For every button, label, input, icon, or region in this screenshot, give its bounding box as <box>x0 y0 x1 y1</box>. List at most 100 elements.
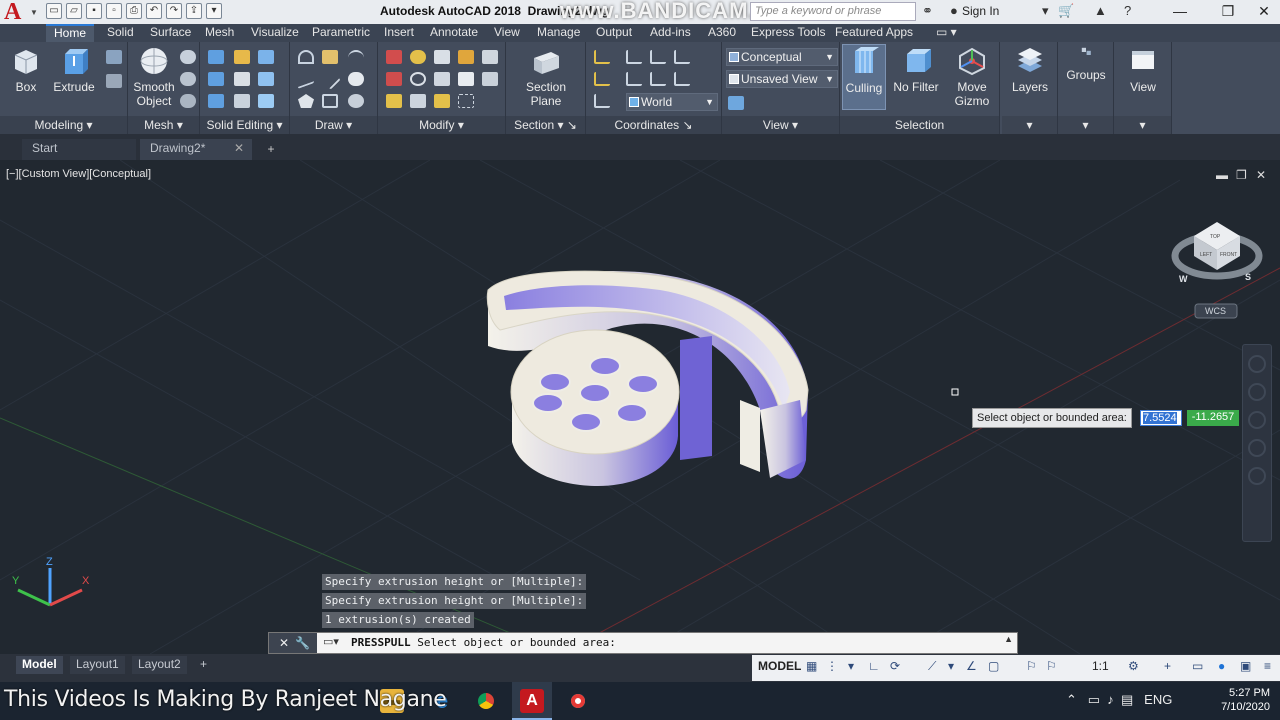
dynamic-input-x-field[interactable]: 7.5524 <box>1140 410 1182 426</box>
viewport-config-icon[interactable] <box>728 96 744 110</box>
tab-mesh[interactable]: Mesh <box>203 24 236 42</box>
zoom-icon[interactable] <box>1248 411 1266 429</box>
chevron-down-icon[interactable]: ▾ <box>948 659 954 673</box>
smooth-object-button[interactable]: Smooth Object <box>130 46 178 108</box>
viewport-controls-label[interactable]: [−][Custom View][Conceptual] <box>6 168 151 180</box>
language-indicator[interactable]: ENG <box>1144 692 1172 707</box>
trim-icon[interactable] <box>386 94 402 108</box>
tab-featured-apps[interactable]: Featured Apps <box>833 24 915 42</box>
groups-expand[interactable]: ▾ <box>1058 116 1113 134</box>
undo-icon[interactable]: ↶ <box>146 3 162 19</box>
viewcube[interactable]: TOP LEFT FRONT W S WCS <box>1171 222 1263 319</box>
ucs-world-icon[interactable] <box>594 94 610 108</box>
slice-icon[interactable] <box>234 72 250 86</box>
ucs-dropdown[interactable]: World ▼ <box>626 93 718 111</box>
record-icon[interactable] <box>566 689 590 713</box>
tab-layout2[interactable]: Layout2 <box>132 656 187 674</box>
ucs-named-icon[interactable] <box>594 72 610 86</box>
tab-insert[interactable]: Insert <box>382 24 416 42</box>
mesh-smooth-less-icon[interactable] <box>180 72 196 86</box>
layers-expand[interactable]: ▾ <box>1002 116 1057 134</box>
binoculars-icon[interactable]: ⚭ <box>922 3 933 19</box>
pan-icon[interactable] <box>1248 383 1266 401</box>
tab-a360[interactable]: A360 <box>706 24 738 42</box>
extract-edges-icon[interactable] <box>234 50 250 64</box>
command-input[interactable]: PRESSPULL Select object or bounded area: <box>351 636 616 649</box>
ucs-icon[interactable] <box>594 50 610 64</box>
tab-start[interactable]: Start <box>22 139 136 160</box>
model-space-toggle[interactable]: MODEL <box>758 659 801 673</box>
tab-annotate[interactable]: Annotate <box>428 24 480 42</box>
rectangle-icon[interactable] <box>322 94 338 108</box>
shell-icon[interactable] <box>258 94 274 108</box>
snap-icon[interactable]: ⋮ <box>826 659 838 673</box>
battery-icon[interactable]: ▭ <box>1088 692 1100 707</box>
align-icon[interactable] <box>458 94 474 108</box>
ortho-icon[interactable]: ∟ <box>868 659 880 673</box>
chevron-down-icon[interactable]: ▾ <box>1042 3 1049 19</box>
navigation-bar[interactable] <box>1242 344 1272 542</box>
3d-move-icon[interactable] <box>410 50 426 64</box>
osnap-tracking-icon[interactable]: ∠ <box>966 659 977 673</box>
ribbon-options-icon[interactable]: ▭ ▾ <box>934 24 959 42</box>
tab-surface[interactable]: Surface <box>148 24 193 42</box>
tab-add-ins[interactable]: Add-ins <box>648 24 693 42</box>
spline-icon[interactable] <box>298 69 314 89</box>
recent-commands-icon[interactable]: ▭▾ <box>323 635 339 648</box>
ucs-origin-icon[interactable] <box>626 50 642 64</box>
wrench-icon[interactable]: 🔧 <box>295 636 316 650</box>
redo-icon[interactable]: ↷ <box>166 3 182 19</box>
mesh-panel-title[interactable]: Mesh ▾ <box>128 116 199 134</box>
tab-output[interactable]: Output <box>594 24 634 42</box>
hardware-acceleration-icon[interactable]: ▣ <box>1240 659 1251 673</box>
close-icon[interactable]: ✕ <box>234 139 244 158</box>
clock[interactable]: 5:27 PM 7/10/2020 <box>1214 686 1270 714</box>
line-icon[interactable] <box>319 68 341 90</box>
view-panel-title[interactable]: View ▾ <box>722 116 839 134</box>
tab-layout1[interactable]: Layout1 <box>70 656 125 674</box>
extrude-button[interactable]: Extrude <box>52 46 96 94</box>
tab-parametric[interactable]: Parametric <box>310 24 372 42</box>
steering-wheel-icon[interactable] <box>1248 355 1266 373</box>
volume-icon[interactable]: ♪ <box>1107 692 1114 707</box>
ucs-object-icon[interactable] <box>650 72 666 86</box>
mesh-refine-icon[interactable] <box>180 94 196 108</box>
dynamic-input-y-field[interactable]: -11.2657 <box>1187 410 1239 426</box>
scale-icon[interactable] <box>482 72 498 86</box>
gear-icon[interactable]: ⚙ <box>1128 659 1139 673</box>
layers-button[interactable]: Layers <box>1004 46 1056 94</box>
monitor-icon[interactable]: ▭ <box>1192 659 1203 673</box>
a360-icon[interactable]: ▲ <box>1094 3 1107 18</box>
help-icon[interactable]: ? <box>1124 3 1131 18</box>
copy-icon[interactable] <box>434 72 450 86</box>
plot-icon[interactable]: ⎙ <box>126 3 142 19</box>
explode-icon[interactable] <box>434 94 450 108</box>
tab-express-tools[interactable]: Express Tools <box>749 24 827 42</box>
modeling-panel-title[interactable]: Modeling ▾ <box>0 116 127 134</box>
coordinates-panel-title[interactable]: Coordinates ↘ <box>586 116 721 134</box>
viewport-close-icon[interactable]: ✕ <box>1256 168 1266 182</box>
move-gizmo-button[interactable]: Move Gizmo <box>946 46 998 108</box>
cart-icon[interactable]: 🛒 <box>1058 3 1074 19</box>
ucs-z-icon[interactable] <box>650 50 666 64</box>
rotate-icon[interactable] <box>458 50 474 64</box>
isodraft-icon[interactable]: ⟋ <box>928 659 936 674</box>
solid-editing-panel-title[interactable]: Solid Editing ▾ <box>200 116 289 134</box>
showmotion-icon[interactable] <box>1248 467 1266 485</box>
union-icon[interactable] <box>208 50 224 64</box>
new-tab-button[interactable]: + <box>262 142 280 158</box>
network-icon[interactable]: ▤ <box>1121 692 1133 707</box>
save-as-icon[interactable]: ▫ <box>106 3 122 19</box>
minimize-button[interactable]: — <box>1160 0 1200 24</box>
chevron-down-icon[interactable]: ▾ <box>848 659 854 673</box>
helix-icon[interactable] <box>348 72 364 86</box>
extruded-solid[interactable] <box>486 270 809 486</box>
tab-view[interactable]: View <box>492 24 522 42</box>
viewport-minimize-icon[interactable]: ▬ <box>1216 168 1228 182</box>
open-icon[interactable]: ▱ <box>66 3 82 19</box>
drawing-viewport[interactable]: TOP LEFT FRONT W S WCS Z Y X [−][Custom … <box>0 160 1280 654</box>
osnap-icon[interactable]: ▢ <box>988 659 999 673</box>
no-filter-button[interactable]: No Filter <box>890 46 942 94</box>
share-icon[interactable]: ⇪ <box>186 3 202 19</box>
thicken-icon[interactable] <box>234 94 250 108</box>
